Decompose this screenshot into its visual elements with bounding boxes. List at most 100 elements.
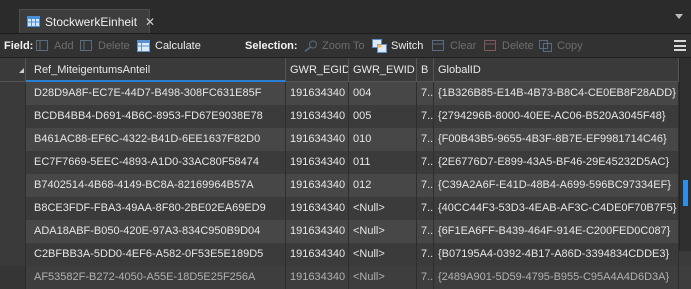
cell-b[interactable]: 7...	[417, 220, 434, 243]
field-label: Field:	[4, 40, 34, 52]
tab-title: StockwerkEinheit	[45, 14, 138, 29]
cell-ref-miteigentumsanteil[interactable]: B461AC88-EF6C-4322-B41D-6EE1637F82D0	[26, 128, 286, 151]
cell-gwr-ewid[interactable]: 005	[349, 105, 417, 128]
table-icon	[27, 16, 40, 27]
table-toolbar: Field: Add Delete Calculate Selection: Z…	[0, 34, 691, 58]
row-selector[interactable]	[0, 105, 26, 128]
table-row[interactable]: AF53582F-B272-4050-A55E-18D5E25F256A 1916…	[0, 266, 691, 289]
cell-gwr-egid[interactable]: 191634340	[286, 174, 349, 197]
row-header-corner[interactable]	[0, 58, 26, 82]
table-row[interactable]: B7402514-4B68-4149-BC8A-82169964B57A 1916…	[0, 174, 691, 197]
column-header-gwr-egid[interactable]: GWR_EGID	[286, 58, 349, 82]
add-field-icon	[36, 40, 50, 52]
cell-ref-miteigentumsanteil[interactable]: ADA18ABF-B050-420E-97A3-834C950B9D04	[26, 220, 286, 243]
copy-icon	[539, 40, 553, 52]
cell-gwr-egid[interactable]: 191634340	[286, 128, 349, 151]
delete-selection-button[interactable]: Delete	[484, 34, 534, 58]
calculate-field-button[interactable]: Calculate	[137, 34, 201, 58]
cell-gwr-ewid[interactable]: 012	[349, 174, 417, 197]
zoom-to-button[interactable]: Zoom To	[304, 34, 365, 58]
cell-gwr-ewid[interactable]: <Null>	[349, 220, 417, 243]
cell-globalid[interactable]: {1B326B85-E14B-4B73-B8C4-CE0EB8F28ADD}	[434, 82, 679, 105]
vertical-scrollbar[interactable]	[679, 58, 691, 251]
row-selector[interactable]	[0, 220, 26, 243]
column-header-ref-miteigentumsanteil[interactable]: Ref_MiteigentumsAnteil	[26, 58, 286, 82]
cell-gwr-egid[interactable]: 191634340	[286, 105, 349, 128]
zoom-to-icon	[304, 40, 318, 52]
cell-gwr-egid[interactable]: 191634340	[286, 220, 349, 243]
tab-bar: StockwerkEinheit ✕	[0, 0, 691, 34]
cell-ref-miteigentumsanteil[interactable]: D28D9A8F-EC7E-44D7-B498-308FC631E85F	[26, 82, 286, 105]
column-header-globalid[interactable]: GlobalID	[434, 58, 679, 82]
cell-globalid[interactable]: {6F1EA6FF-B439-464F-914E-C200FED0C087}	[434, 220, 679, 243]
column-header-gwr-ewid[interactable]: GWR_EWID	[349, 58, 417, 82]
calculate-icon	[137, 39, 151, 53]
cell-globalid[interactable]: {40CC44F3-53D3-4EAB-AF3C-C4DE0F70B7F5}	[434, 197, 679, 220]
cell-globalid[interactable]: {2794296B-8000-40EE-AC06-B520A3045F48}	[434, 105, 679, 128]
table-row[interactable]: B8CE3FDF-FBA3-49AA-8F80-2BE02EA69ED9 1916…	[0, 197, 691, 220]
row-selector[interactable]	[0, 82, 26, 105]
cell-b[interactable]: 7...	[417, 128, 434, 151]
cell-b[interactable]: 7...	[417, 243, 434, 266]
cell-b[interactable]: 7...	[417, 266, 434, 289]
table-row[interactable]: BCDB4BB4-D691-4B6C-8953-FD67E9038E78 1916…	[0, 105, 691, 128]
column-header-b[interactable]: B	[417, 58, 434, 82]
table-row[interactable]: B461AC88-EF6C-4322-B41D-6EE1637F82D0 1916…	[0, 128, 691, 151]
cell-ref-miteigentumsanteil[interactable]: AF53582F-B272-4050-A55E-18D5E25F256A	[26, 266, 286, 289]
row-selector[interactable]	[0, 151, 26, 174]
cell-gwr-egid[interactable]: 191634340	[286, 266, 349, 289]
table-row[interactable]: ADA18ABF-B050-420E-97A3-834C950B9D04 1916…	[0, 220, 691, 243]
cell-gwr-ewid[interactable]: <Null>	[349, 266, 417, 289]
cell-ref-miteigentumsanteil[interactable]: B7402514-4B68-4149-BC8A-82169964B57A	[26, 174, 286, 197]
cell-gwr-egid[interactable]: 191634340	[286, 197, 349, 220]
delete-rows-icon	[484, 40, 498, 52]
add-field-button[interactable]: Add	[36, 34, 74, 58]
chevron-down-icon[interactable]	[675, 14, 683, 19]
cell-b[interactable]: 7...	[417, 197, 434, 220]
delete-field-button[interactable]: Delete	[80, 34, 130, 58]
cell-b[interactable]: 7...	[417, 151, 434, 174]
table-row[interactable]: EC7F7669-5EEC-4893-A1D0-33AC80F58474 1916…	[0, 151, 691, 174]
row-selector[interactable]	[0, 243, 26, 266]
cell-gwr-ewid[interactable]: 010	[349, 128, 417, 151]
cell-gwr-ewid[interactable]: <Null>	[349, 197, 417, 220]
switch-icon	[372, 39, 387, 53]
cell-ref-miteigentumsanteil[interactable]: EC7F7669-5EEC-4893-A1D0-33AC80F58474	[26, 151, 286, 174]
cell-gwr-egid[interactable]: 191634340	[286, 82, 349, 105]
cell-ref-miteigentumsanteil[interactable]: C2BFBB3A-5DD0-4EF6-A582-0F53E5E189D5	[26, 243, 286, 266]
cell-ref-miteigentumsanteil[interactable]: BCDB4BB4-D691-4B6C-8953-FD67E9038E78	[26, 105, 286, 128]
cell-gwr-egid[interactable]: 191634340	[286, 243, 349, 266]
table-header: Ref_MiteigentumsAnteil GWR_EGID GWR_EWID…	[0, 58, 691, 82]
cell-b[interactable]: 7...	[417, 82, 434, 105]
cell-ref-miteigentumsanteil[interactable]: B8CE3FDF-FBA3-49AA-8F80-2BE02EA69ED9	[26, 197, 286, 220]
row-selector[interactable]	[0, 174, 26, 197]
cell-globalid[interactable]: {B07195A4-0392-4B17-A86D-3394834CDDE3}	[434, 243, 679, 266]
row-selector[interactable]	[0, 266, 26, 289]
clear-icon	[432, 40, 446, 52]
row-selector[interactable]	[0, 197, 26, 220]
close-icon[interactable]: ✕	[145, 15, 155, 29]
cell-b[interactable]: 7...	[417, 105, 434, 128]
cell-gwr-egid[interactable]: 191634340	[286, 151, 349, 174]
attribute-table: Ref_MiteigentumsAnteil GWR_EGID GWR_EWID…	[0, 58, 691, 289]
cell-gwr-ewid[interactable]: 004	[349, 82, 417, 105]
scrollbar-thumb[interactable]	[683, 180, 688, 206]
table-row[interactable]: C2BFBB3A-5DD0-4EF6-A582-0F53E5E189D5 1916…	[0, 243, 691, 266]
clear-selection-button[interactable]: Clear	[432, 34, 476, 58]
switch-selection-button[interactable]: Switch	[372, 34, 423, 58]
cell-globalid[interactable]: {2489A901-5D59-4795-B955-C95A4A4D6D3A}	[434, 266, 679, 289]
cell-b[interactable]: 7...	[417, 174, 434, 197]
cell-gwr-ewid[interactable]: 011	[349, 151, 417, 174]
cell-gwr-ewid[interactable]: <Null>	[349, 243, 417, 266]
table-row[interactable]: D28D9A8F-EC7E-44D7-B498-308FC631E85F 1916…	[0, 82, 691, 105]
copy-selection-button[interactable]: Copy	[539, 34, 583, 58]
tab-stockwerkeinheit[interactable]: StockwerkEinheit ✕	[19, 9, 155, 33]
sort-corner-icon	[19, 68, 24, 73]
row-selector[interactable]	[0, 128, 26, 151]
cell-globalid[interactable]: {2E6776D7-E899-43A5-BF46-29E45232D5AC}	[434, 151, 679, 174]
cell-globalid[interactable]: {F00B43B5-9655-4B3F-8B7E-EF9981714C46}	[434, 128, 679, 151]
cell-globalid[interactable]: {C39A2A6F-E41D-48B4-A699-596BC97334EF}	[434, 174, 679, 197]
menu-icon[interactable]	[674, 40, 686, 51]
delete-field-icon	[80, 40, 94, 52]
selection-label: Selection:	[245, 40, 298, 52]
